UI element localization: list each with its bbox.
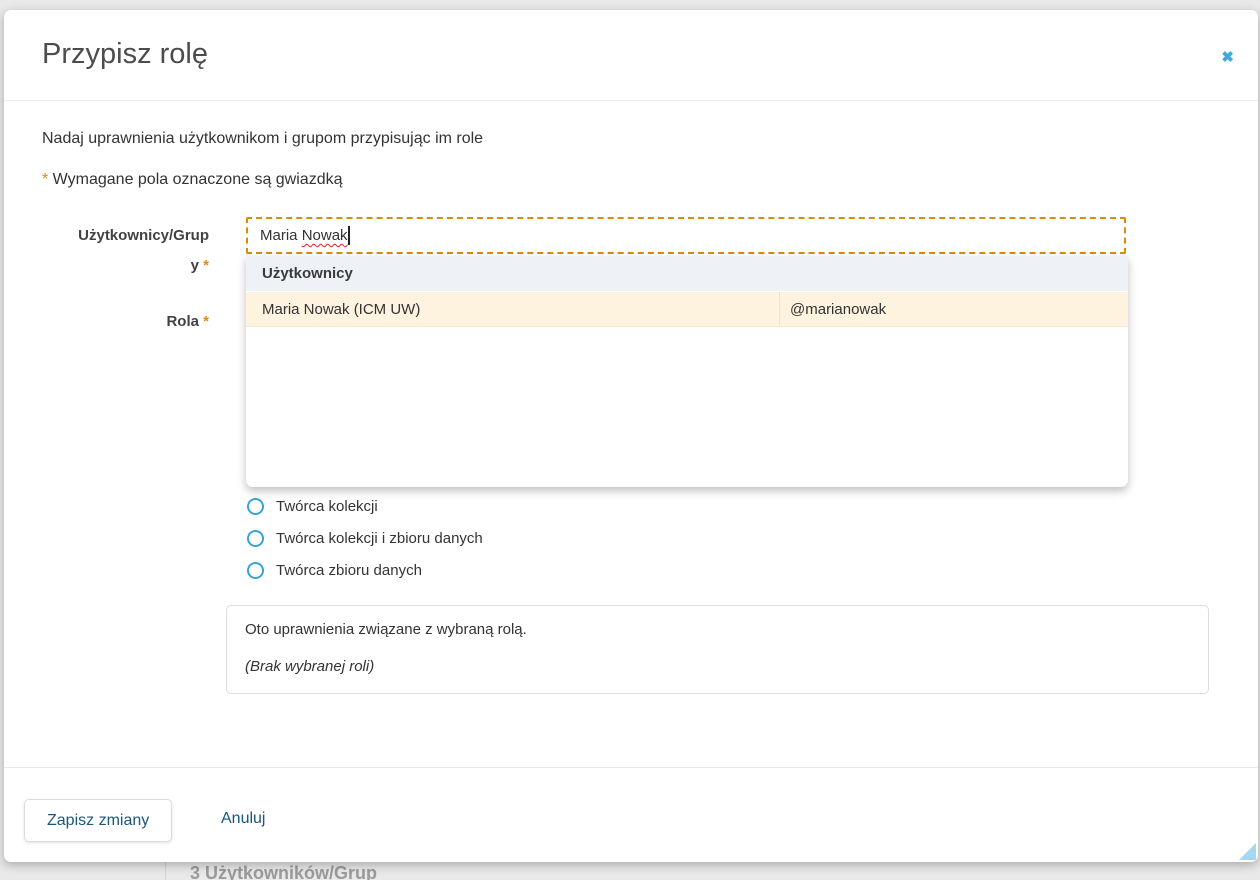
background-users-count-text: 3 Użytkowników/Grup: [190, 863, 377, 880]
radio-button-icon[interactable]: [247, 498, 264, 515]
role-option-dataset-creator[interactable]: Twórca zbioru danych: [247, 560, 422, 580]
suggestion-name-cell[interactable]: Maria Nowak (ICM UW): [246, 292, 780, 326]
users-groups-input[interactable]: Maria Nowak: [246, 217, 1126, 254]
intro-text: Nadaj uprawnienia użytkownikom i grupom …: [42, 130, 483, 148]
input-value-word2-misspelled: Nowak: [302, 227, 348, 244]
users-groups-asterisk: *: [203, 257, 209, 274]
role-option-collection-creator[interactable]: Twórca kolekcji: [247, 496, 378, 516]
resize-handle-icon[interactable]: [1239, 843, 1256, 860]
suggestion-handle-cell[interactable]: @marianowak: [780, 292, 1128, 326]
radio-option-label: Twórca zbioru danych: [276, 562, 422, 579]
users-groups-label: Użytkownicy/Grup y *: [42, 221, 209, 281]
text-caret: [348, 226, 350, 245]
required-note-text: Wymagane pola oznaczone są gwiazdką: [48, 171, 342, 188]
users-groups-label-line2: y: [191, 257, 204, 274]
assign-role-modal: Przypisz rolę ✖ Nadaj uprawnienia użytko…: [4, 10, 1258, 862]
users-groups-label-line1: Użytkownicy/Grup: [42, 221, 209, 251]
background-page-strip: [0, 862, 1260, 880]
save-changes-button[interactable]: Zapisz zmiany: [24, 799, 172, 842]
close-icon[interactable]: ✖: [1221, 50, 1234, 65]
dropdown-suggestion-row[interactable]: Maria Nowak (ICM UW) @marianowak: [246, 292, 1128, 327]
role-label: Rola *: [42, 307, 209, 337]
role-option-collection-dataset-creator[interactable]: Twórca kolekcji i zbioru danych: [247, 528, 483, 548]
permissions-description: Oto uprawnienia związane z wybraną rolą.: [245, 621, 1190, 638]
background-table-border: [165, 862, 166, 880]
header-divider: [4, 100, 1258, 101]
radio-button-icon[interactable]: [247, 562, 264, 579]
role-asterisk: *: [203, 313, 209, 330]
cancel-button[interactable]: Anuluj: [221, 810, 265, 828]
required-fields-note: * Wymagane pola oznaczone są gwiazdką: [42, 171, 342, 189]
permissions-info-box: Oto uprawnienia związane z wybraną rolą.…: [226, 605, 1209, 694]
permissions-empty-state: (Brak wybranej roli): [245, 658, 1190, 675]
modal-title: Przypisz rolę: [42, 38, 208, 71]
autocomplete-dropdown: Użytkownicy Maria Nowak (ICM UW) @marian…: [246, 256, 1128, 487]
radio-option-label: Twórca kolekcji i zbioru danych: [276, 530, 483, 547]
dropdown-group-header: Użytkownicy: [246, 256, 1128, 292]
footer-divider: [4, 767, 1258, 768]
radio-button-icon[interactable]: [247, 530, 264, 547]
radio-option-label: Twórca kolekcji: [276, 498, 378, 515]
input-value-word1: Maria: [260, 227, 302, 244]
role-label-text: Rola: [166, 313, 203, 330]
